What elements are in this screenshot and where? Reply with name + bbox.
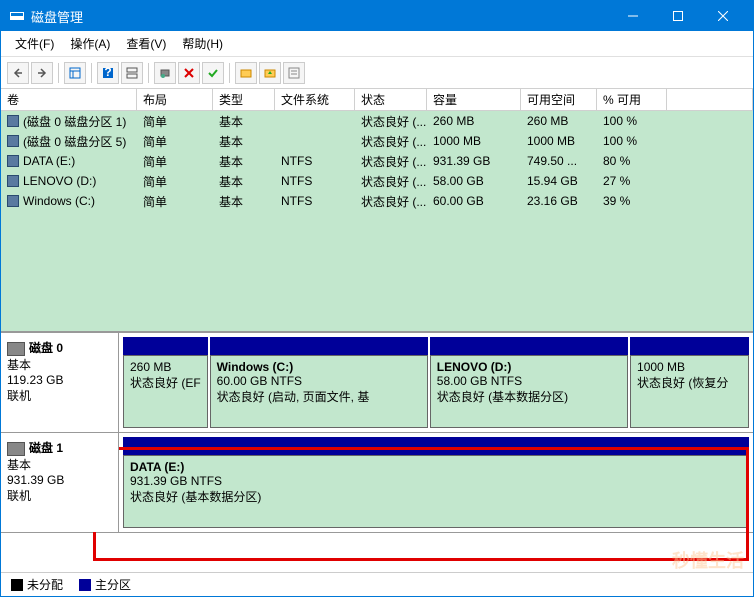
col-free[interactable]: 可用空间 (521, 89, 597, 110)
disk-row: 磁盘 1基本931.39 GB联机DATA (E:)931.39 GB NTFS… (1, 433, 753, 533)
disk-map-pane: 磁盘 0基本119.23 GB联机260 MB状态良好 (EFWindows (… (1, 333, 753, 572)
content-area: 卷 布局 类型 文件系统 状态 容量 可用空间 % 可用 (磁盘 0 磁盘分区 … (1, 89, 753, 596)
partition[interactable]: 1000 MB状态良好 (恢复分 (630, 337, 749, 428)
menu-action[interactable]: 操作(A) (62, 33, 118, 54)
partition[interactable]: DATA (E:)931.39 GB NTFS状态良好 (基本数据分区) (123, 437, 749, 528)
toolbar-layout-button[interactable] (121, 62, 143, 84)
volume-row[interactable]: LENOVO (D:)简单基本NTFS状态良好 (...58.00 GB15.9… (1, 171, 753, 191)
partition[interactable]: 260 MB状态良好 (EF (123, 337, 208, 428)
volume-icon (7, 155, 19, 167)
menu-help[interactable]: 帮助(H) (174, 33, 231, 54)
window-title: 磁盘管理 (31, 7, 610, 26)
disk-icon (7, 442, 25, 456)
unallocated-swatch (11, 579, 23, 591)
legend-primary: 主分区 (95, 576, 131, 593)
maximize-button[interactable] (655, 1, 700, 31)
col-type[interactable]: 类型 (213, 89, 275, 110)
toolbar-view-button[interactable] (64, 62, 86, 84)
volume-icon (7, 175, 19, 187)
toolbar-check-button[interactable] (202, 62, 224, 84)
col-layout[interactable]: 布局 (137, 89, 213, 110)
partition[interactable]: LENOVO (D:)58.00 GB NTFS状态良好 (基本数据分区) (430, 337, 628, 428)
disk-label[interactable]: 磁盘 0基本119.23 GB联机 (1, 333, 119, 432)
partition[interactable]: Windows (C:)60.00 GB NTFS状态良好 (启动, 页面文件,… (210, 337, 428, 428)
close-button[interactable] (700, 1, 745, 31)
col-cap[interactable]: 容量 (427, 89, 521, 110)
menubar: 文件(F) 操作(A) 查看(V) 帮助(H) (1, 31, 753, 57)
volume-header: 卷 布局 类型 文件系统 状态 容量 可用空间 % 可用 (1, 89, 753, 111)
menu-file[interactable]: 文件(F) (7, 33, 62, 54)
legend-unallocated: 未分配 (27, 576, 63, 593)
volume-rows[interactable]: (磁盘 0 磁盘分区 1)简单基本状态良好 (...260 MB260 MB10… (1, 111, 753, 331)
titlebar: 磁盘管理 (1, 1, 753, 31)
refresh-button[interactable] (154, 62, 176, 84)
volume-row[interactable]: (磁盘 0 磁盘分区 1)简单基本状态良好 (...260 MB260 MB10… (1, 111, 753, 131)
volume-icon (7, 115, 19, 127)
volume-icon (7, 195, 19, 207)
toolbar: ? (1, 57, 753, 89)
menu-view[interactable]: 查看(V) (118, 33, 174, 54)
forward-button[interactable] (31, 62, 53, 84)
volume-row[interactable]: DATA (E:)简单基本NTFS状态良好 (...931.39 GB749.5… (1, 151, 753, 171)
toolbar-folder-up-button[interactable] (259, 62, 281, 84)
toolbar-properties-button[interactable] (283, 62, 305, 84)
svg-text:?: ? (104, 67, 111, 79)
disk-row: 磁盘 0基本119.23 GB联机260 MB状态良好 (EFWindows (… (1, 333, 753, 433)
disk-icon (7, 342, 25, 356)
col-pct[interactable]: % 可用 (597, 89, 667, 110)
volume-row[interactable]: (磁盘 0 磁盘分区 5)简单基本状态良好 (...1000 MB1000 MB… (1, 131, 753, 151)
delete-button[interactable] (178, 62, 200, 84)
help-button[interactable]: ? (97, 62, 119, 84)
col-volume[interactable]: 卷 (1, 89, 137, 110)
volume-list-pane: 卷 布局 类型 文件系统 状态 容量 可用空间 % 可用 (磁盘 0 磁盘分区 … (1, 89, 753, 333)
back-button[interactable] (7, 62, 29, 84)
minimize-button[interactable] (610, 1, 655, 31)
legend: 未分配 主分区 (1, 572, 753, 596)
col-spacer (667, 89, 753, 110)
primary-swatch (79, 579, 91, 591)
col-fs[interactable]: 文件系统 (275, 89, 355, 110)
volume-icon (7, 135, 19, 147)
toolbar-folder-button[interactable] (235, 62, 257, 84)
col-status[interactable]: 状态 (355, 89, 427, 110)
disk-label[interactable]: 磁盘 1基本931.39 GB联机 (1, 433, 119, 532)
app-icon (9, 8, 25, 24)
volume-row[interactable]: Windows (C:)简单基本NTFS状态良好 (...60.00 GB23.… (1, 191, 753, 211)
